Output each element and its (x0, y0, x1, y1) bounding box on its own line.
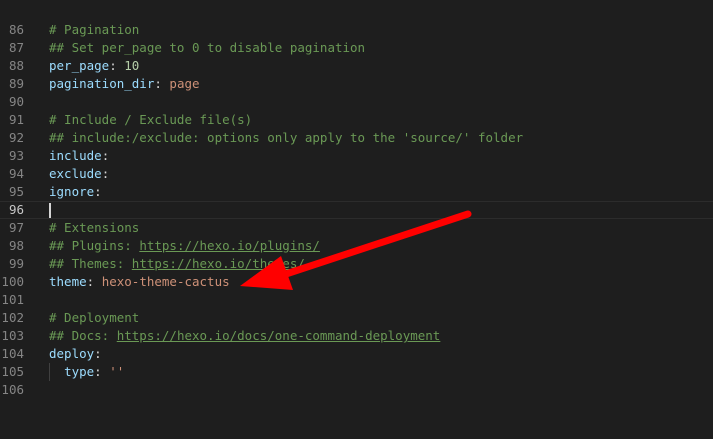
line-number: 103 (1, 328, 24, 343)
code-token: : (94, 364, 110, 379)
line-number: 87 (8, 40, 24, 55)
code-token: theme (49, 274, 87, 289)
line-number: 102 (1, 310, 24, 325)
code-token: : (101, 148, 110, 163)
code-text: exclude: (49, 165, 109, 183)
code-token: ## Plugins: (49, 238, 140, 253)
code-text: include: (49, 147, 109, 165)
code-token: type (64, 364, 95, 379)
code-line[interactable]: 102 # Deployment (0, 309, 713, 327)
code-token: ## Docs: (49, 328, 117, 343)
code-token: deploy (49, 346, 95, 361)
line-number: 101 (1, 292, 24, 307)
line-number: 98 (8, 238, 24, 253)
line-number: 89 (8, 76, 24, 91)
code-token: page (169, 76, 200, 91)
code-line[interactable]: 90 (0, 93, 713, 111)
code-line[interactable]: 87 ## Set per_page to 0 to disable pagina… (0, 39, 713, 57)
code-line[interactable]: 105 type: '' (0, 363, 713, 381)
line-number: 86 (8, 22, 24, 37)
code-editor[interactable]: 86 # Pagination 87 ## Set per_page to 0 to … (0, 0, 713, 439)
code-token: # Deployment (49, 310, 140, 325)
line-number: 92 (8, 130, 24, 145)
code-token: ## Set per_page to 0 to disable paginati… (49, 40, 366, 55)
code-token: ## include:/exclude: options only apply … (49, 130, 524, 145)
code-line[interactable]: 103 ## Docs: https://hexo.io/docs/one-com… (0, 327, 713, 345)
code-token: : (154, 76, 170, 91)
code-link[interactable]: https://hexo.io/themes/ (132, 256, 305, 271)
code-line[interactable]: 96 (0, 201, 713, 219)
line-number: 94 (8, 166, 24, 181)
code-text: ignore: (49, 183, 102, 201)
line-number: 104 (1, 346, 24, 361)
code-line[interactable]: 94 exclude: (0, 165, 713, 183)
code-text: pagination_dir: page (49, 75, 200, 93)
code-text: ## Plugins: https://hexo.io/plugins/ (49, 237, 320, 255)
code-text: deploy: (49, 345, 102, 363)
code-text: type: '' (49, 363, 124, 381)
code-text: # Deployment (49, 309, 139, 327)
code-line[interactable]: 97 # Extensions (0, 219, 713, 237)
line-number: 97 (8, 220, 24, 235)
code-token: # Extensions (49, 220, 140, 235)
code-line[interactable]: 86 # Pagination (0, 21, 713, 39)
code-token: : (109, 58, 125, 73)
line-number: 90 (8, 94, 24, 109)
code-token: ## Themes: (49, 256, 132, 271)
code-token: : (94, 184, 102, 199)
line-number: 93 (8, 148, 24, 163)
code-text: ## Docs: https://hexo.io/docs/one-comman… (49, 327, 440, 345)
code-text: ## include:/exclude: options only apply … (49, 129, 523, 147)
code-token: : (94, 346, 102, 361)
code-line[interactable]: 104 deploy: (0, 345, 713, 363)
code-text: ## Themes: https://hexo.io/themes/ (49, 255, 305, 273)
code-token: # Pagination (49, 22, 140, 37)
code-token: # Include / Exclude file(s) (49, 112, 253, 127)
line-number: 99 (8, 256, 24, 271)
code-token: : (101, 166, 110, 181)
code-line[interactable]: 100 theme: hexo-theme-cactus (0, 273, 713, 291)
line-number: 88 (8, 58, 24, 73)
code-text: per_page: 10 (49, 57, 139, 75)
code-token: per_page (49, 58, 110, 73)
code-token: pagination_dir (49, 76, 155, 91)
line-number: 95 (8, 184, 24, 199)
code-line[interactable]: 88 per_page: 10 (0, 57, 713, 75)
code-line[interactable]: 101 (0, 291, 713, 309)
line-number: 106 (1, 382, 24, 397)
line-number: 96 (8, 202, 24, 217)
code-text: # Include / Exclude file(s) (49, 111, 252, 129)
code-line[interactable]: 92 ## include:/exclude: options only appl… (0, 129, 713, 147)
line-number: 100 (1, 274, 24, 289)
line-number: 91 (8, 112, 24, 127)
code-text: # Extensions (49, 219, 139, 237)
code-line[interactable]: 91 # Include / Exclude file(s) (0, 111, 713, 129)
code-token: ignore (49, 184, 95, 199)
code-token: '' (109, 364, 125, 379)
code-line[interactable]: 106 (0, 381, 713, 399)
code-token: : (86, 274, 102, 289)
line-number: 105 (1, 364, 24, 379)
code-line[interactable]: 95 ignore: (0, 183, 713, 201)
code-line[interactable]: 93 include: (0, 147, 713, 165)
code-text: ## Set per_page to 0 to disable paginati… (49, 39, 365, 57)
code-text: # Pagination (49, 21, 139, 39)
code-token: hexo-theme-cactus (101, 274, 230, 289)
code-token: 10 (124, 58, 140, 73)
code-line[interactable]: 99 ## Themes: https://hexo.io/themes/ (0, 255, 713, 273)
code-link[interactable]: https://hexo.io/plugins/ (139, 238, 320, 253)
code-token: include (49, 148, 102, 163)
code-link[interactable]: https://hexo.io/docs/one-command-deploym… (117, 328, 441, 343)
code-token: exclude (49, 166, 102, 181)
text-cursor (49, 203, 51, 218)
code-line[interactable]: 98 ## Plugins: https://hexo.io/plugins/ (0, 237, 713, 255)
code-line[interactable]: 89 pagination_dir: page (0, 75, 713, 93)
code-text: theme: hexo-theme-cactus (49, 273, 230, 291)
